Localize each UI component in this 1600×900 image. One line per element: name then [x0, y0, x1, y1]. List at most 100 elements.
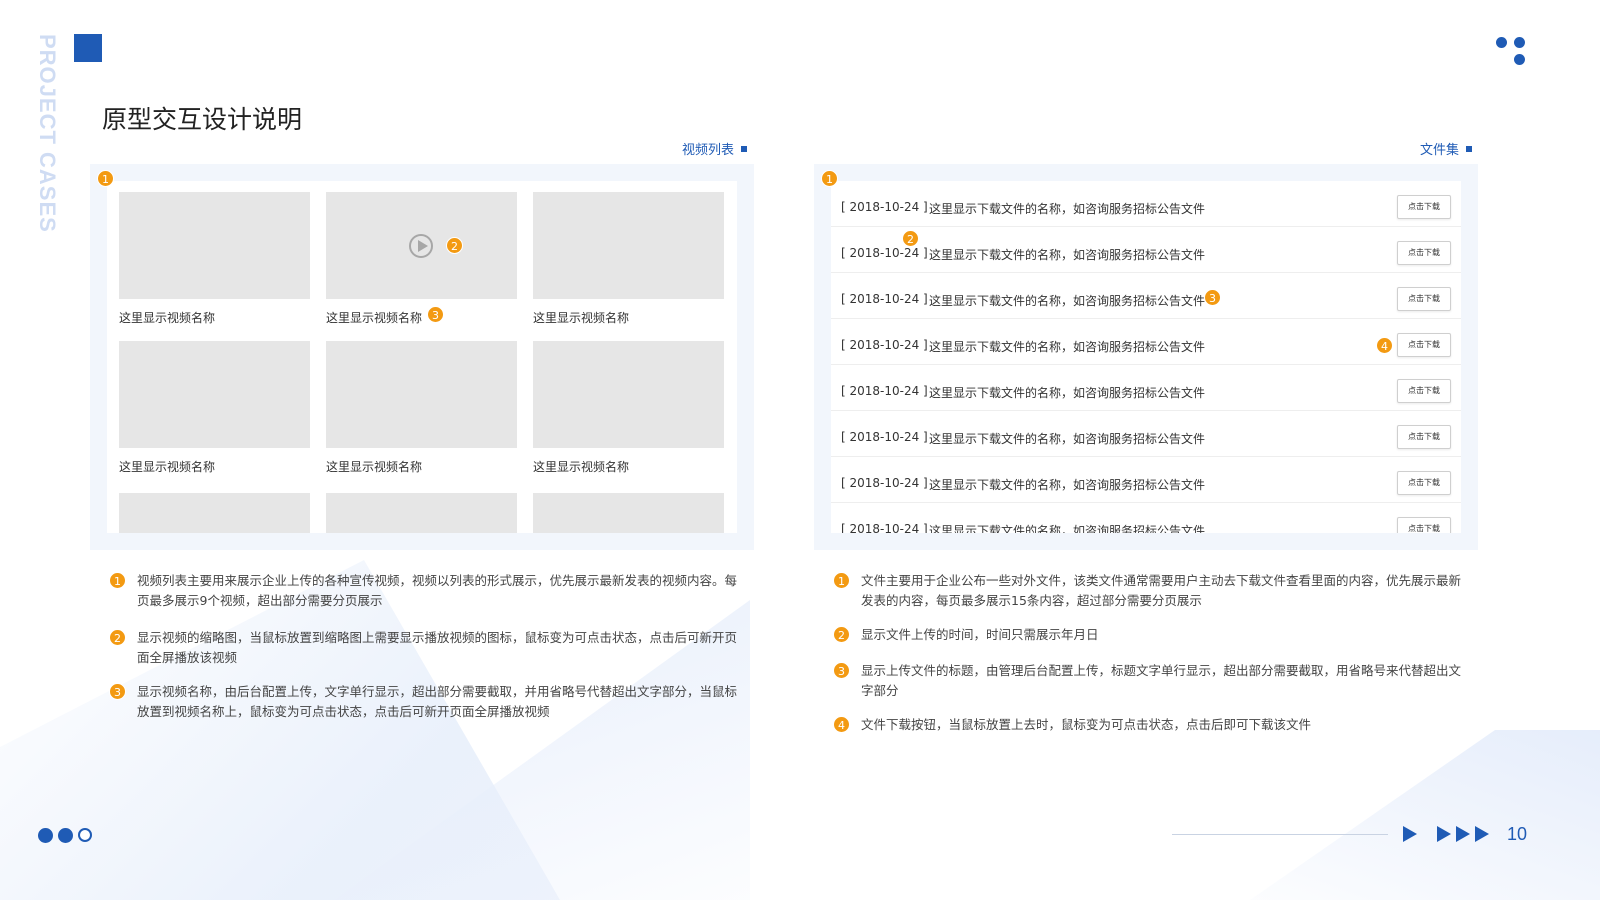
file-date: [ 2018-10-24 ]	[841, 200, 928, 214]
file-list: [ 2018-10-24 ] 这里显示下载文件的名称，如咨询服务招标公告文件 点…	[831, 181, 1461, 533]
annotation-badge: 4	[1376, 337, 1393, 354]
video-thumbnail[interactable]	[119, 341, 310, 448]
download-button[interactable]: 点击下载	[1397, 517, 1451, 533]
file-date: [ 2018-10-24 ]	[841, 430, 928, 444]
file-row: [ 2018-10-24 ] 这里显示下载文件的名称，如咨询服务招标公告文件 点…	[831, 411, 1461, 457]
video-thumbnail[interactable]	[119, 493, 310, 533]
annotation-badge: 1	[833, 572, 850, 589]
note-text: 显示文件上传的时间，时间只需展示年月日	[861, 627, 1099, 642]
video-thumbnail[interactable]	[326, 192, 517, 299]
download-button[interactable]: 点击下载	[1397, 241, 1451, 265]
video-thumbnail[interactable]	[326, 493, 517, 533]
video-title[interactable]: 这里显示视频名称	[326, 458, 422, 475]
page-title: 原型交互设计说明	[102, 105, 303, 134]
video-title[interactable]: 这里显示视频名称	[533, 458, 629, 475]
pager-dot[interactable]	[58, 828, 73, 843]
note-item: 3 显示上传文件的标题，由管理后台配置上传，标题文字单行显示，超出部分需要截取，…	[833, 661, 1471, 701]
file-date: [ 2018-10-24 ]	[841, 384, 928, 398]
note-item: 2 显示视频的缩略图，当鼠标放置到缩略图上需要显示播放视频的图标，鼠标变为可点击…	[109, 628, 738, 668]
annotation-badge: 1	[97, 170, 114, 187]
square-marker	[741, 145, 748, 152]
dot	[1514, 54, 1525, 65]
download-button[interactable]: 点击下载	[1397, 287, 1451, 311]
note-text: 文件下载按钮，当鼠标放置上去时，鼠标变为可点击状态，点击后即可下载该文件	[861, 717, 1312, 732]
file-date: [ 2018-10-24 ]	[841, 246, 928, 260]
download-button[interactable]: 点击下载	[1397, 379, 1451, 403]
annotation-badge: 1	[109, 572, 126, 589]
annotation-badge: 2	[902, 230, 919, 247]
file-name[interactable]: 这里显示下载文件的名称，如咨询服务招标公告文件	[929, 522, 1205, 533]
file-name[interactable]: 这里显示下载文件的名称，如咨询服务招标公告文件	[929, 292, 1205, 309]
corner-dots	[1496, 37, 1528, 67]
dot	[1496, 37, 1507, 48]
forward-arrow-icon	[1456, 826, 1470, 842]
video-list-label-text: 视频列表	[682, 143, 735, 158]
file-name[interactable]: 这里显示下载文件的名称，如咨询服务招标公告文件	[929, 384, 1205, 401]
note-item: 3 显示视频名称，由后台配置上传，文字单行显示，超出部分需要截取，并用省略号代替…	[109, 682, 738, 722]
note-text: 视频列表主要用来展示企业上传的各种宣传视频，视频以列表的形式展示，优先展示最新发…	[137, 573, 738, 608]
video-thumbnail[interactable]	[533, 493, 724, 533]
play-icon[interactable]	[409, 234, 433, 258]
video-title[interactable]: 这里显示视频名称	[533, 309, 629, 326]
file-list-label: 文件集	[1420, 139, 1473, 158]
note-text: 显示视频的缩略图，当鼠标放置到缩略图上需要显示播放视频的图标，鼠标变为可点击状态…	[137, 630, 738, 665]
annotation-badge: 2	[109, 629, 126, 646]
brand-square	[74, 34, 102, 62]
download-button[interactable]: 点击下载	[1397, 333, 1451, 357]
background-shape	[1250, 730, 1600, 900]
video-thumbnail[interactable]	[326, 341, 517, 448]
annotation-badge: 3	[427, 306, 444, 323]
file-row: [ 2018-10-24 ] 这里显示下载文件的名称，如咨询服务招标公告文件 点…	[831, 503, 1461, 533]
annotation-badge: 3	[109, 683, 126, 700]
file-name[interactable]: 这里显示下载文件的名称，如咨询服务招标公告文件	[929, 200, 1205, 217]
video-grid: 这里显示视频名称 这里显示视频名称 这里显示视频名称 这里显示视频名称 这里显示…	[107, 181, 737, 533]
note-item: 2 显示文件上传的时间，时间只需展示年月日	[833, 625, 1471, 645]
video-title[interactable]: 这里显示视频名称	[119, 458, 215, 475]
file-date: [ 2018-10-24 ]	[841, 292, 928, 306]
file-list-label-text: 文件集	[1420, 143, 1460, 158]
file-date: [ 2018-10-24 ]	[841, 522, 928, 533]
note-text: 文件主要用于企业公布一些对外文件，该类文件通常需要用户主动去下载文件查看里面的内…	[861, 573, 1462, 608]
file-name[interactable]: 这里显示下载文件的名称，如咨询服务招标公告文件	[929, 246, 1205, 263]
file-row: [ 2018-10-24 ] 这里显示下载文件的名称，如咨询服务招标公告文件 点…	[831, 273, 1461, 319]
dot	[1514, 37, 1525, 48]
forward-arrow-icon	[1437, 826, 1451, 842]
play-arrow-icon	[1403, 826, 1417, 842]
video-thumbnail[interactable]	[533, 192, 724, 299]
annotation-badge: 2	[446, 237, 463, 254]
annotation-badge: 3	[1204, 289, 1221, 306]
note-item: 1 文件主要用于企业公布一些对外文件，该类文件通常需要用户主动去下载文件查看里面…	[833, 571, 1471, 611]
forward-arrow-icon	[1475, 826, 1489, 842]
download-button[interactable]: 点击下载	[1397, 195, 1451, 219]
download-button[interactable]: 点击下载	[1397, 471, 1451, 495]
file-row: [ 2018-10-24 ] 这里显示下载文件的名称，如咨询服务招标公告文件 点…	[831, 319, 1461, 365]
square-marker	[1466, 145, 1473, 152]
video-title[interactable]: 这里显示视频名称	[119, 309, 215, 326]
download-button[interactable]: 点击下载	[1397, 425, 1451, 449]
note-text: 显示上传文件的标题，由管理后台配置上传，标题文字单行显示，超出部分需要截取，用省…	[861, 663, 1462, 698]
pager-dot[interactable]	[38, 828, 53, 843]
video-list-label: 视频列表	[682, 139, 748, 158]
file-row: [ 2018-10-24 ] 这里显示下载文件的名称，如咨询服务招标公告文件 点…	[831, 181, 1461, 227]
video-thumbnail[interactable]	[533, 341, 724, 448]
footer-divider	[1172, 834, 1388, 835]
annotation-badge: 1	[821, 170, 838, 187]
pager-dot[interactable]	[78, 828, 92, 842]
side-label: PROJECT CASES	[35, 34, 60, 233]
video-title[interactable]: 这里显示视频名称	[326, 309, 422, 326]
file-row: [ 2018-10-24 ] 这里显示下载文件的名称，如咨询服务招标公告文件 点…	[831, 457, 1461, 503]
file-row: [ 2018-10-24 ] 这里显示下载文件的名称，如咨询服务招标公告文件 点…	[831, 365, 1461, 411]
annotation-badge: 4	[833, 716, 850, 733]
page-number: 10	[1507, 824, 1528, 844]
file-name[interactable]: 这里显示下载文件的名称，如咨询服务招标公告文件	[929, 338, 1205, 355]
annotation-badge: 3	[833, 662, 850, 679]
file-date: [ 2018-10-24 ]	[841, 338, 928, 352]
file-name[interactable]: 这里显示下载文件的名称，如咨询服务招标公告文件	[929, 430, 1205, 447]
note-text: 显示视频名称，由后台配置上传，文字单行显示，超出部分需要截取，并用省略号代替超出…	[137, 684, 738, 719]
note-item: 1 视频列表主要用来展示企业上传的各种宣传视频，视频以列表的形式展示，优先展示最…	[109, 571, 747, 611]
video-thumbnail[interactable]	[119, 192, 310, 299]
file-list-panel: [ 2018-10-24 ] 这里显示下载文件的名称，如咨询服务招标公告文件 点…	[814, 164, 1478, 550]
file-row: [ 2018-10-24 ] 这里显示下载文件的名称，如咨询服务招标公告文件 点…	[831, 227, 1461, 273]
file-name[interactable]: 这里显示下载文件的名称，如咨询服务招标公告文件	[929, 476, 1205, 493]
file-date: [ 2018-10-24 ]	[841, 476, 928, 490]
